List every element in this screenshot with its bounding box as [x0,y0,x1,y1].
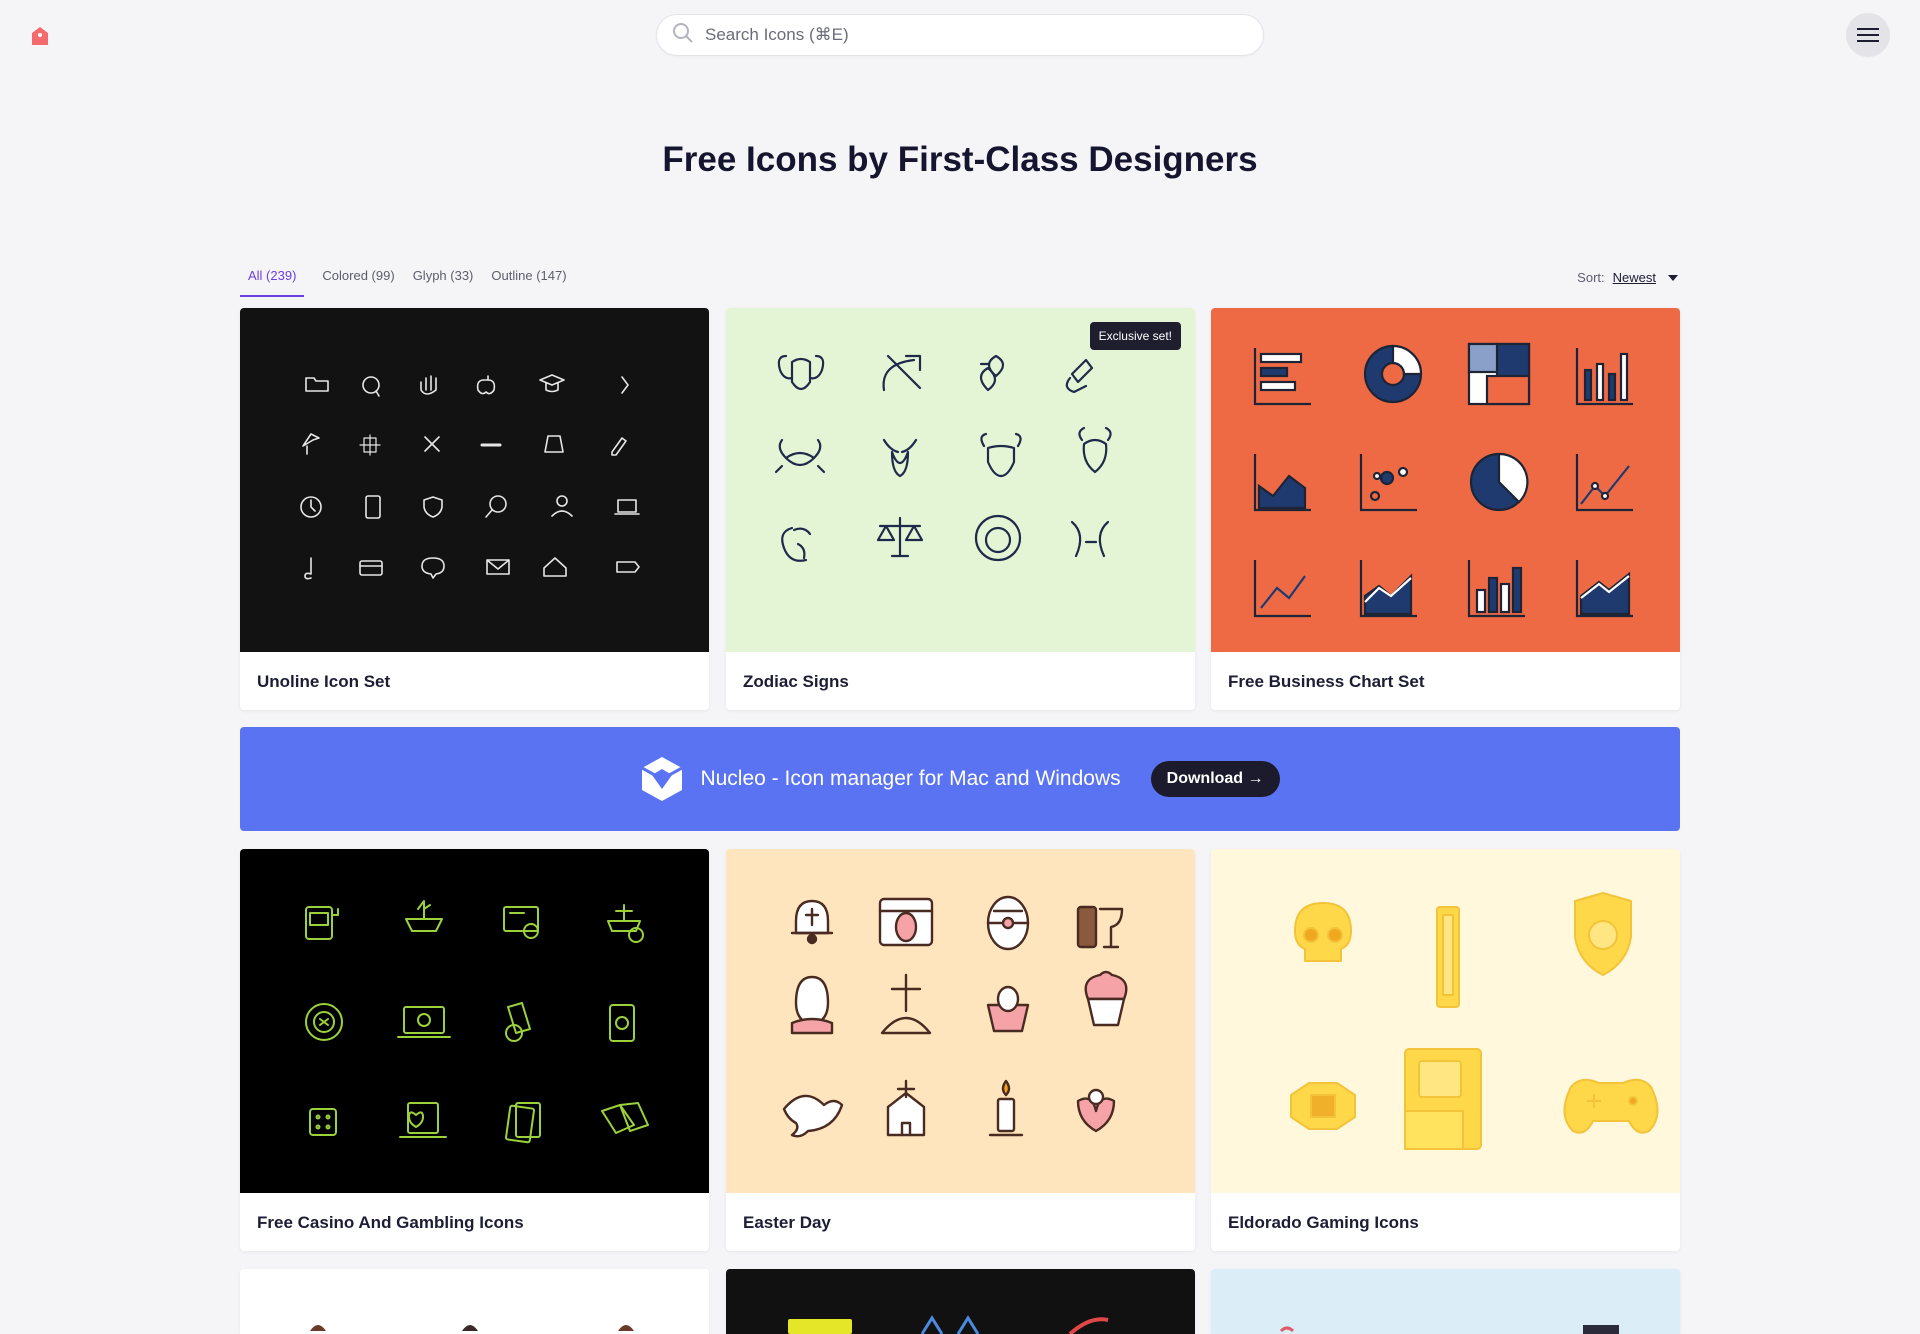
logo-icon[interactable] [28,24,52,48]
tab-colored[interactable]: Colored (99) [322,264,394,297]
casino-icons-preview [305,900,649,1144]
business-chart-icons-preview [1253,342,1633,618]
card-title: Zodiac Signs [743,672,849,691]
card-preview [1211,1269,1680,1334]
card-title: Eldorado Gaming Icons [1228,1213,1419,1232]
caret-down-icon[interactable] [1668,274,1678,281]
card-partial-2[interactable] [726,1269,1195,1334]
card-preview [240,308,709,652]
card-title: Free Casino And Gambling Icons [257,1213,524,1232]
menu-button[interactable] [1846,13,1890,57]
sort-control: Sort: Newest [1577,270,1678,285]
sort-dropdown[interactable]: Newest [1613,270,1656,285]
card-unoline[interactable]: Unoline Icon Set [240,308,709,710]
top-bar [0,0,1920,70]
card-business-chart[interactable]: Free Business Chart Set [1211,308,1680,710]
card-title: Unoline Icon Set [257,672,391,691]
eldorado-icons-preview [1290,892,1659,1150]
page-title: Free Icons by First-Class Designers [662,140,1258,179]
search-icon [671,21,695,50]
search-input[interactable] [705,25,1225,45]
card-eldorado[interactable]: Eldorado Gaming Icons [1211,849,1680,1251]
sort-label: Sort: [1577,270,1605,285]
card-preview [240,1269,709,1334]
card-casino[interactable]: Free Casino And Gambling Icons [240,849,709,1251]
tab-all[interactable]: All (239) [240,264,305,297]
easter-icons-preview [782,895,1128,1138]
card-preview [1211,849,1680,1193]
nucleo-logo-icon [641,757,684,801]
partial-icons-preview [310,1325,634,1331]
tab-outline[interactable]: Outline (147) [491,264,566,297]
promo-text: Nucleo - Icon manager for Mac and Window… [700,767,1121,790]
card-preview [726,849,1195,1193]
card-partial-3[interactable] [1211,1269,1680,1334]
download-button[interactable]: Download → [1150,761,1280,797]
card-preview [726,1269,1195,1334]
card-preview [1211,308,1680,652]
partial-icons-preview [788,1315,1109,1334]
filter-tabs: All (239) Colored (99) Glyph (33) Outlin… [240,264,567,297]
hamburger-icon [1857,28,1879,42]
exclusive-badge: Exclusive set! [1089,322,1181,350]
card-title: Free Business Chart Set [1228,672,1425,691]
card-partial-1[interactable] [240,1269,709,1334]
card-preview: Exclusive set! [726,308,1195,652]
promo-banner[interactable]: Nucleo - Icon manager for Mac and Window… [240,727,1680,831]
card-preview [240,849,709,1193]
card-zodiac[interactable]: Exclusive set! Zodiac Signs [726,308,1195,710]
tab-glyph[interactable]: Glyph (33) [413,264,474,297]
search-bar[interactable] [656,14,1264,56]
card-title: Easter Day [743,1213,831,1232]
card-easter[interactable]: Easter Day [726,849,1195,1251]
zodiac-icons-preview [774,354,1112,562]
partial-icons-preview [1279,1325,1619,1334]
unoline-icons-preview [300,374,640,580]
